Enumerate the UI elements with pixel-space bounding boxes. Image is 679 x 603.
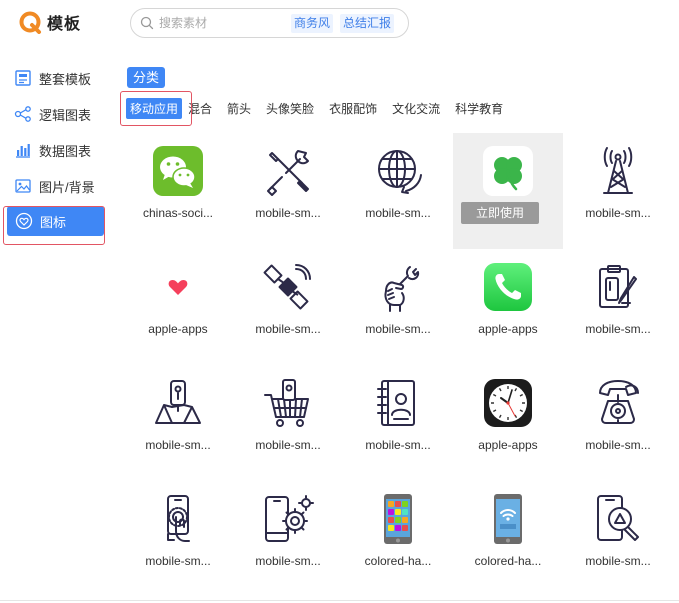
icon-card[interactable]: apple-apps	[123, 249, 233, 365]
tab-avatars-smileys[interactable]: 头像笑脸	[266, 100, 314, 117]
tools-icon	[267, 150, 309, 196]
icon-card[interactable]: mobile-sm...	[563, 365, 673, 481]
rotary-phone-icon	[599, 380, 639, 424]
clover-app-icon	[483, 146, 533, 196]
icon-card[interactable]: mobile-sm...	[343, 365, 453, 481]
sidebar-item-label: 整套模板	[39, 71, 92, 87]
sidebar-item-data-charts[interactable]: 数据图表	[0, 132, 110, 168]
phone-settings-icon	[265, 495, 314, 542]
icon-label: apple-apps	[148, 322, 208, 336]
icon-card[interactable]: colored-ha...	[343, 481, 453, 597]
icon-card[interactable]: mobile-sm...	[343, 249, 453, 365]
sidebar-item-icons[interactable]: 图标	[7, 206, 104, 236]
tab-mixed[interactable]: 混合	[188, 100, 212, 117]
icon-card[interactable]: mobile-sm...	[123, 365, 233, 481]
icon-label: mobile-sm...	[255, 322, 321, 336]
icon-grid: chinas-soci... mobile-sm... mobile-sm...…	[123, 133, 673, 597]
icon-card[interactable]: mobile-sm...	[233, 481, 343, 597]
tab-clothing-accessories[interactable]: 衣服配饰	[329, 100, 377, 117]
touch-phone-icon	[167, 495, 190, 542]
sidebar-item-label: 图标	[40, 214, 67, 230]
search-input[interactable]	[159, 16, 291, 30]
icon-label: mobile-sm...	[255, 206, 321, 220]
bottom-divider	[0, 600, 679, 601]
logo-icon	[19, 11, 41, 34]
icon-label: mobile-sm...	[585, 206, 651, 220]
tab-arrows[interactable]: 箭头	[227, 100, 251, 117]
icon-card-hovered[interactable]: 立即使用	[453, 133, 563, 249]
sidebar-item-logic-diagrams[interactable]: 逻辑图表	[0, 96, 110, 132]
sidebar-item-label: 逻辑图表	[39, 107, 92, 123]
sidebar-item-images[interactable]: 图片/背景	[0, 168, 110, 204]
clock-app-icon	[484, 379, 532, 427]
sidebar-item-templates[interactable]: 整套模板	[0, 60, 110, 96]
contact-book-icon	[377, 380, 415, 426]
satellite-icon	[263, 264, 311, 310]
icon-label: apple-apps	[478, 322, 538, 336]
icon-label: colored-ha...	[474, 554, 542, 568]
template-icon	[15, 70, 31, 86]
logo[interactable]: 模板	[18, 10, 81, 34]
wrench-hand-icon	[384, 266, 420, 312]
icon-label: colored-ha...	[364, 554, 432, 568]
icon-label: mobile-sm...	[585, 322, 651, 336]
icon-card[interactable]: mobile-sm...	[233, 365, 343, 481]
icon-card[interactable]: mobile-sm...	[343, 133, 453, 249]
search-tag-report[interactable]: 总结汇报	[340, 13, 395, 33]
icon-label: mobile-sm...	[365, 206, 431, 220]
colored-phone-apps-icon	[384, 494, 412, 544]
icon-card[interactable]: apple-apps	[453, 249, 563, 365]
sidebar-item-label: 图片/背景	[39, 179, 95, 195]
signal-tower-icon	[603, 147, 633, 194]
image-icon	[15, 179, 31, 193]
icon-label: mobile-sm...	[145, 438, 211, 452]
header: 模板 商务风 总结汇报	[0, 0, 679, 46]
phone-search-icon	[597, 495, 639, 541]
logo-text: 模板	[47, 16, 82, 33]
icon-label: apple-apps	[478, 438, 538, 452]
icon-label: mobile-sm...	[585, 438, 651, 452]
search-tag-business[interactable]: 商务风	[291, 13, 334, 33]
icon-label: mobile-sm...	[145, 554, 211, 568]
use-now-button[interactable]: 立即使用	[461, 202, 539, 224]
icon-label: mobile-sm...	[255, 554, 321, 568]
globe-icon	[378, 150, 422, 194]
icon-card[interactable]: mobile-sm...	[563, 249, 673, 365]
icon-card[interactable]: mobile-sm...	[563, 133, 673, 249]
icon-card[interactable]: mobile-sm...	[123, 481, 233, 597]
map-pin-phone-icon	[155, 380, 201, 424]
icon-label: mobile-sm...	[365, 322, 431, 336]
icon-card[interactable]: mobile-sm...	[233, 249, 343, 365]
icon-label: mobile-sm...	[365, 438, 431, 452]
tab-culture-exchange[interactable]: 文化交流	[392, 100, 440, 117]
icon-card[interactable]: apple-apps	[453, 365, 563, 481]
sidebar: 整套模板 逻辑图表 数据图表 图片/背景 图标	[0, 60, 110, 236]
search-icon	[140, 16, 154, 30]
bar-chart-icon	[16, 144, 30, 158]
heart-app-icon	[168, 280, 188, 295]
wechat-icon	[153, 146, 203, 196]
colored-phone-wifi-icon	[494, 494, 522, 544]
icon-card[interactable]: colored-ha...	[453, 481, 563, 597]
category-title: 分类	[127, 67, 166, 88]
icon-card[interactable]: mobile-sm...	[563, 481, 673, 597]
icon-label: mobile-sm...	[585, 554, 651, 568]
icon-label: chinas-soci...	[142, 206, 214, 220]
icon-card[interactable]: mobile-sm...	[233, 133, 343, 249]
icon-card[interactable]: chinas-soci...	[123, 133, 233, 249]
icon-label: mobile-sm...	[255, 438, 321, 452]
sidebar-item-label: 数据图表	[39, 143, 92, 159]
category-tabs: 移动应用 混合 箭头 头像笑脸 衣服配饰 文化交流 科学教育	[120, 91, 518, 126]
heart-icon	[15, 212, 33, 230]
shopping-cart-phone-icon	[264, 379, 309, 427]
tab-science-education[interactable]: 科学教育	[455, 100, 503, 117]
phone-app-icon	[484, 263, 532, 311]
search-box[interactable]: 商务风 总结汇报	[130, 8, 409, 38]
logic-diagram-icon	[14, 106, 31, 122]
clipboard-phone-icon	[599, 265, 637, 308]
tab-mobile-apps[interactable]: 移动应用	[126, 98, 183, 119]
